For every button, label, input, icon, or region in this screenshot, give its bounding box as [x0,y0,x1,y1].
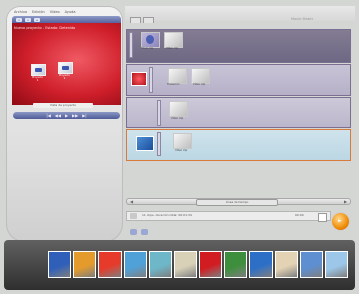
playback-controls: |◀ ◀◀ ▶ ▶▶ ▶| [13,112,120,119]
menu-item-file[interactable]: Archivo [14,10,27,14]
filmstrip-thumbnail[interactable] [73,250,97,278]
clip-thumbnail[interactable] [168,68,187,84]
title-clip-icon [146,35,154,44]
info-time: 00:00 [295,213,304,217]
filmstrip-thumbnail[interactable] [224,250,248,278]
scrollbar-thumb[interactable]: Línea de tiempo [196,199,278,206]
go-arrow-icon: ► [338,218,342,224]
menu-bar: Archivo Edición Vídeo Ayuda [14,10,75,14]
menu-item-help[interactable]: Ayuda [65,10,76,14]
view-tabs [130,17,154,23]
clip-caption: Título clip [141,47,154,50]
play-icon[interactable]: ▶ [65,113,68,118]
filmstrip-thumbnail[interactable] [274,250,298,278]
skip-forward-icon[interactable]: ▶| [82,113,86,118]
toolbar-add-button[interactable]: + [34,17,40,22]
storyboard-row[interactable]: Título clip Vídeo clip [126,29,351,63]
filmstrip-thumbnail[interactable] [324,250,349,278]
tab-timeline[interactable] [143,17,154,23]
filmstrip-thumbnail[interactable] [98,250,122,278]
clip-caption: Vídeo clip [166,47,179,50]
rewind-icon[interactable]: ◀◀ [55,113,61,118]
top-bar [125,6,355,21]
page-icon[interactable] [318,213,327,222]
clip-thumbnail[interactable] [191,68,210,84]
filmstrip-thumbnail[interactable] [199,250,223,278]
row-tab[interactable] [157,132,161,156]
storyboard-row-selected[interactable]: Vídeo clip [126,129,351,161]
scroll-left-icon[interactable]: ◀ [130,199,133,204]
mini-prev-button[interactable] [130,229,137,235]
brand-logo: Movie Maker [291,17,314,21]
scroll-right-icon[interactable]: ▶ [344,199,347,204]
clip-caption: Vídeo clip [193,83,206,86]
project-icon [31,64,46,76]
filmstrip-thumbnail[interactable] [123,250,147,278]
filmstrip-thumbnail[interactable] [48,250,72,278]
row-tab[interactable] [129,32,133,58]
info-icon [130,213,137,219]
clip-caption: Vídeo clip [171,117,184,120]
preview-toolbar: « » + [12,16,121,23]
row-tab[interactable] [149,67,153,93]
desktop-icon-project-2[interactable]: Proyecto 2 [58,62,73,80]
toolbar-forward-button[interactable]: » [25,17,31,22]
filmstrip-thumbnail[interactable] [249,250,273,278]
blue-image-thumbnail[interactable] [136,136,154,151]
project-icon-label: Proyecto 2 [59,74,70,80]
preview-footer-label: Vista de proyecto [33,103,93,108]
clip-thumbnail[interactable] [141,32,160,48]
project-icon-label: Proyecto 1 [32,76,43,82]
clip-caption: Vídeo clip [175,149,188,152]
skip-back-icon[interactable]: |◀ [46,113,50,118]
preview-title: Nuevo proyecto - Estado: Detenido [14,26,76,30]
red-image-thumbnail[interactable] [131,72,147,86]
mini-controls [130,229,148,235]
filmstrip-thumbnails [48,247,349,281]
row-tab[interactable] [157,100,161,126]
application-window: Archivo Edición Vídeo Ayuda « » + Nuevo … [0,0,359,294]
clip-thumbnail[interactable] [164,32,183,48]
desktop-icon-project-1[interactable]: Proyecto 1 [31,64,46,82]
storyboard-row[interactable]: Transición Vídeo clip [126,64,351,96]
project-icon [58,62,73,74]
clip-caption: Transición [167,83,180,86]
toolbar-back-button[interactable]: « [16,17,22,22]
filmstrip-thumbnail[interactable] [299,250,323,278]
fast-forward-icon[interactable]: ▶▶ [72,113,78,118]
storyboard-row[interactable]: Vídeo clip [126,97,351,128]
mini-next-button[interactable] [141,229,148,235]
clip-thumbnail[interactable] [169,101,188,117]
menu-item-edit[interactable]: Edición [32,10,45,14]
clip-thumbnail[interactable] [173,133,192,149]
menu-item-video[interactable]: Vídeo [50,10,60,14]
filmstrip-thumbnail[interactable] [148,250,172,278]
filmstrip-thumbnail[interactable] [173,250,198,278]
tab-storyboard[interactable] [130,17,141,23]
info-text: 11 clips, duración total: 00:01:34 [142,213,192,217]
